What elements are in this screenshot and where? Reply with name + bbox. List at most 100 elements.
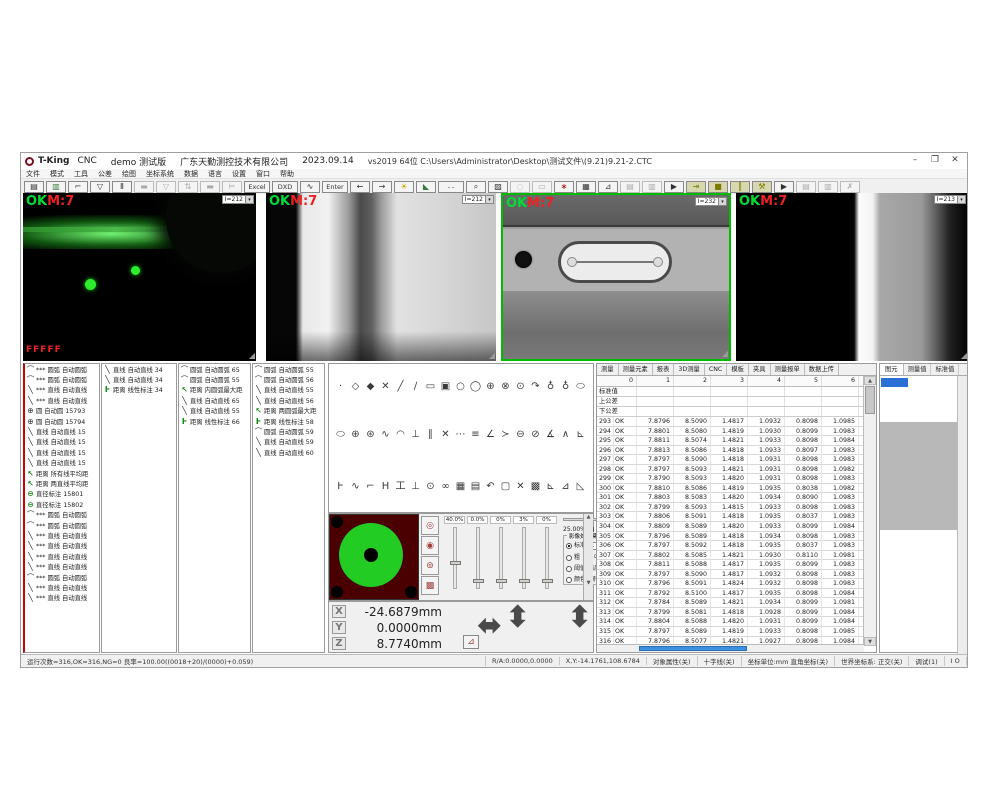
light-slider-track[interactable] [476,527,480,589]
list-item[interactable]: ╲直线 自动直线 15 [25,458,99,468]
toolbar-button[interactable]: ⇅ [178,181,198,193]
table-row[interactable]: 293 OK 7.8796 8.5090 1.4817 1.0932 0.809… [597,417,876,427]
list-item[interactable]: ⌒*** 圆弧 自动圆弧 [25,520,99,530]
toolbar-button[interactable]: ◌ [510,181,530,193]
tool-icon[interactable]: ⊕ [483,380,498,394]
tool-icon[interactable]: ⬭ [573,380,588,394]
tool-icon[interactable]: ∠ [483,428,498,442]
toolbar-button[interactable]: ∿ [300,181,320,193]
table-row[interactable]: 308 OK 7.8811 8.5088 1.4817 1.0935 0.809… [597,560,876,570]
tool-icon[interactable]: ⊾ [543,480,558,494]
selected-element-highlight[interactable] [881,378,908,387]
resize-grip-icon[interactable]: ◢ [961,351,967,360]
tool-icon[interactable]: ♁ [558,380,573,394]
tool-icon[interactable]: ⊥ [408,480,423,494]
tool-icon[interactable]: H [378,480,393,494]
table-row[interactable]: 303 OK 7.8806 8.5091 1.4818 1.0935 0.803… [597,512,876,522]
tool-icon[interactable]: ∡ [543,428,558,442]
camera-view-3-selected[interactable]: OKM:7 I=232▾ ◢ [501,193,731,361]
list-item[interactable]: ╲*** 直线 自动直线 [25,551,99,561]
fixed-row[interactable]: 下公差 [597,407,876,417]
table-row[interactable]: 314 OK 7.8804 8.5088 1.4820 1.0931 0.809… [597,617,876,627]
scroll-down-icon[interactable]: ▼ [864,637,876,646]
tool-icon[interactable]: ⊾ [573,428,588,442]
toolbar-button[interactable]: ▽ [90,181,110,193]
jog-z-arrow[interactable]: ⬍ [567,600,592,635]
list-item[interactable]: ╲直线 自动直线 15 [25,426,99,436]
menu-item[interactable]: 公差 [93,169,117,178]
table-row[interactable]: 315 OK 7.8797 8.5089 1.4819 1.0933 0.809… [597,627,876,637]
light-panel-scrollbar[interactable]: ▲▼ [583,514,593,600]
list-item[interactable]: ╲*** 直线 自动直线 [25,395,99,405]
tool-icon[interactable]: ◺ [573,480,588,494]
toolbar-button[interactable]: ⊿ [598,181,618,193]
scrollbar-thumb[interactable] [639,646,747,651]
list-item[interactable]: ╲直线 自动直线 34 [102,374,176,384]
table-vertical-scrollbar[interactable]: ▲ ▼ [863,376,876,646]
tool-icon[interactable]: ⋯ [453,428,468,442]
toolbar-button[interactable]: ⇥ [686,181,706,193]
list-item[interactable]: ╲直线 自动直线 55 [179,406,250,416]
toolbar-button[interactable]: DXD [272,181,298,193]
toolbar-button[interactable]: ⌕ [466,181,486,193]
maximize-button[interactable]: ❐ [925,153,945,168]
toolbar-button[interactable]: ← [350,181,370,193]
menu-item[interactable]: 语言 [203,169,227,178]
radio-option[interactable]: 粗 [566,552,580,561]
list-item[interactable]: ╲直线 自动直线 34 [102,364,176,374]
table-row[interactable]: 295 OK 7.8811 8.5074 1.4821 1.0933 0.809… [597,436,876,446]
tool-icon[interactable]: ✕ [438,428,453,442]
toolbar-button[interactable]: ▥ [642,181,662,193]
tool-icon[interactable]: 工 [393,480,408,494]
list-item[interactable]: ↖距离 所有线平均距 [25,468,99,478]
camera-intensity-combo[interactable]: I=212▾ [222,195,254,204]
column-header[interactable]: 6 [822,376,859,386]
list-item[interactable]: ⌒圆弧 自动圆弧 55 [179,374,250,384]
ring-mode-button[interactable]: ▩ [421,576,439,595]
table-row[interactable]: 312 OK 7.8784 8.5089 1.4821 1.0934 0.809… [597,598,876,608]
tool-icon[interactable]: ✕ [378,380,393,394]
list-item[interactable]: ╲*** 直线 自动直线 [25,593,99,603]
table-tab[interactable]: 模板 [727,364,749,375]
scrollbar-thumb[interactable] [865,386,875,414]
radio-threshold[interactable] [566,566,572,572]
element-panel-tab[interactable]: 图元 [880,364,904,375]
table-row[interactable]: 302 OK 7.8799 8.5093 1.4815 1.0933 0.809… [597,503,876,513]
table-row[interactable]: 306 OK 7.8797 8.5092 1.4818 1.0935 0.803… [597,541,876,551]
tool-icon[interactable]: ⌐ [363,480,378,494]
tool-icon[interactable]: ◇ [348,380,363,394]
camera-intensity-combo[interactable]: I=213▾ [934,195,966,204]
toolbar-button[interactable]: ▥ [818,181,838,193]
list-item[interactable]: ↖距离 两直线平均距 [25,478,99,488]
resize-grip-icon[interactable]: ◢ [489,351,495,360]
menu-item[interactable]: 绘图 [117,169,141,178]
list-item[interactable]: Ⱶ距离 线性标注 66 [179,416,250,426]
toolbar-button[interactable]: Excel [244,181,270,193]
toolbar-button[interactable]: ▤ [620,181,640,193]
tool-icon[interactable]: ↷ [528,380,543,394]
toolbar-button[interactable]: ✗ [840,181,860,193]
list-item[interactable]: ⌒*** 圆弧 自动圆弧 [25,374,99,384]
ring-light-indicator[interactable] [329,514,419,600]
toolbar-button[interactable]: ▶ [774,181,794,193]
list-item[interactable]: ╲直线 自动直线 65 [179,395,250,405]
ring-mode-button[interactable]: ◉ [421,536,439,555]
column-header[interactable]: 1 [637,376,674,386]
list-item[interactable]: ╲*** 直线 自动直线 [25,582,99,592]
toolbar-button[interactable]: ▨ [488,181,508,193]
light-slider-track[interactable] [499,527,503,589]
list-item[interactable]: ↖距离 两圆弧最大距 [253,406,324,416]
list-item[interactable]: ⌒*** 圆弧 自动圆弧 [25,364,99,374]
menu-item[interactable]: 工具 [69,169,93,178]
tool-icon[interactable]: ⊗ [498,380,513,394]
close-button[interactable]: ✕ [945,153,965,168]
tool-icon[interactable]: ≻ [498,428,513,442]
tool-icon[interactable]: ◠ [393,428,408,442]
camera-view-1[interactable]: FFFFF OKM:7 I=212▾ ◢ [23,193,256,361]
toolbar-button[interactable]: ◣ [416,181,436,193]
list-item[interactable]: ⌒圆弧 自动圆弧 56 [253,374,324,384]
light-slider-thumb[interactable] [542,579,553,583]
column-header[interactable]: 4 [748,376,785,386]
list-item[interactable]: Ⱶ距离 线性标注 34 [102,385,176,395]
tool-icon[interactable]: ⊥ [408,428,423,442]
